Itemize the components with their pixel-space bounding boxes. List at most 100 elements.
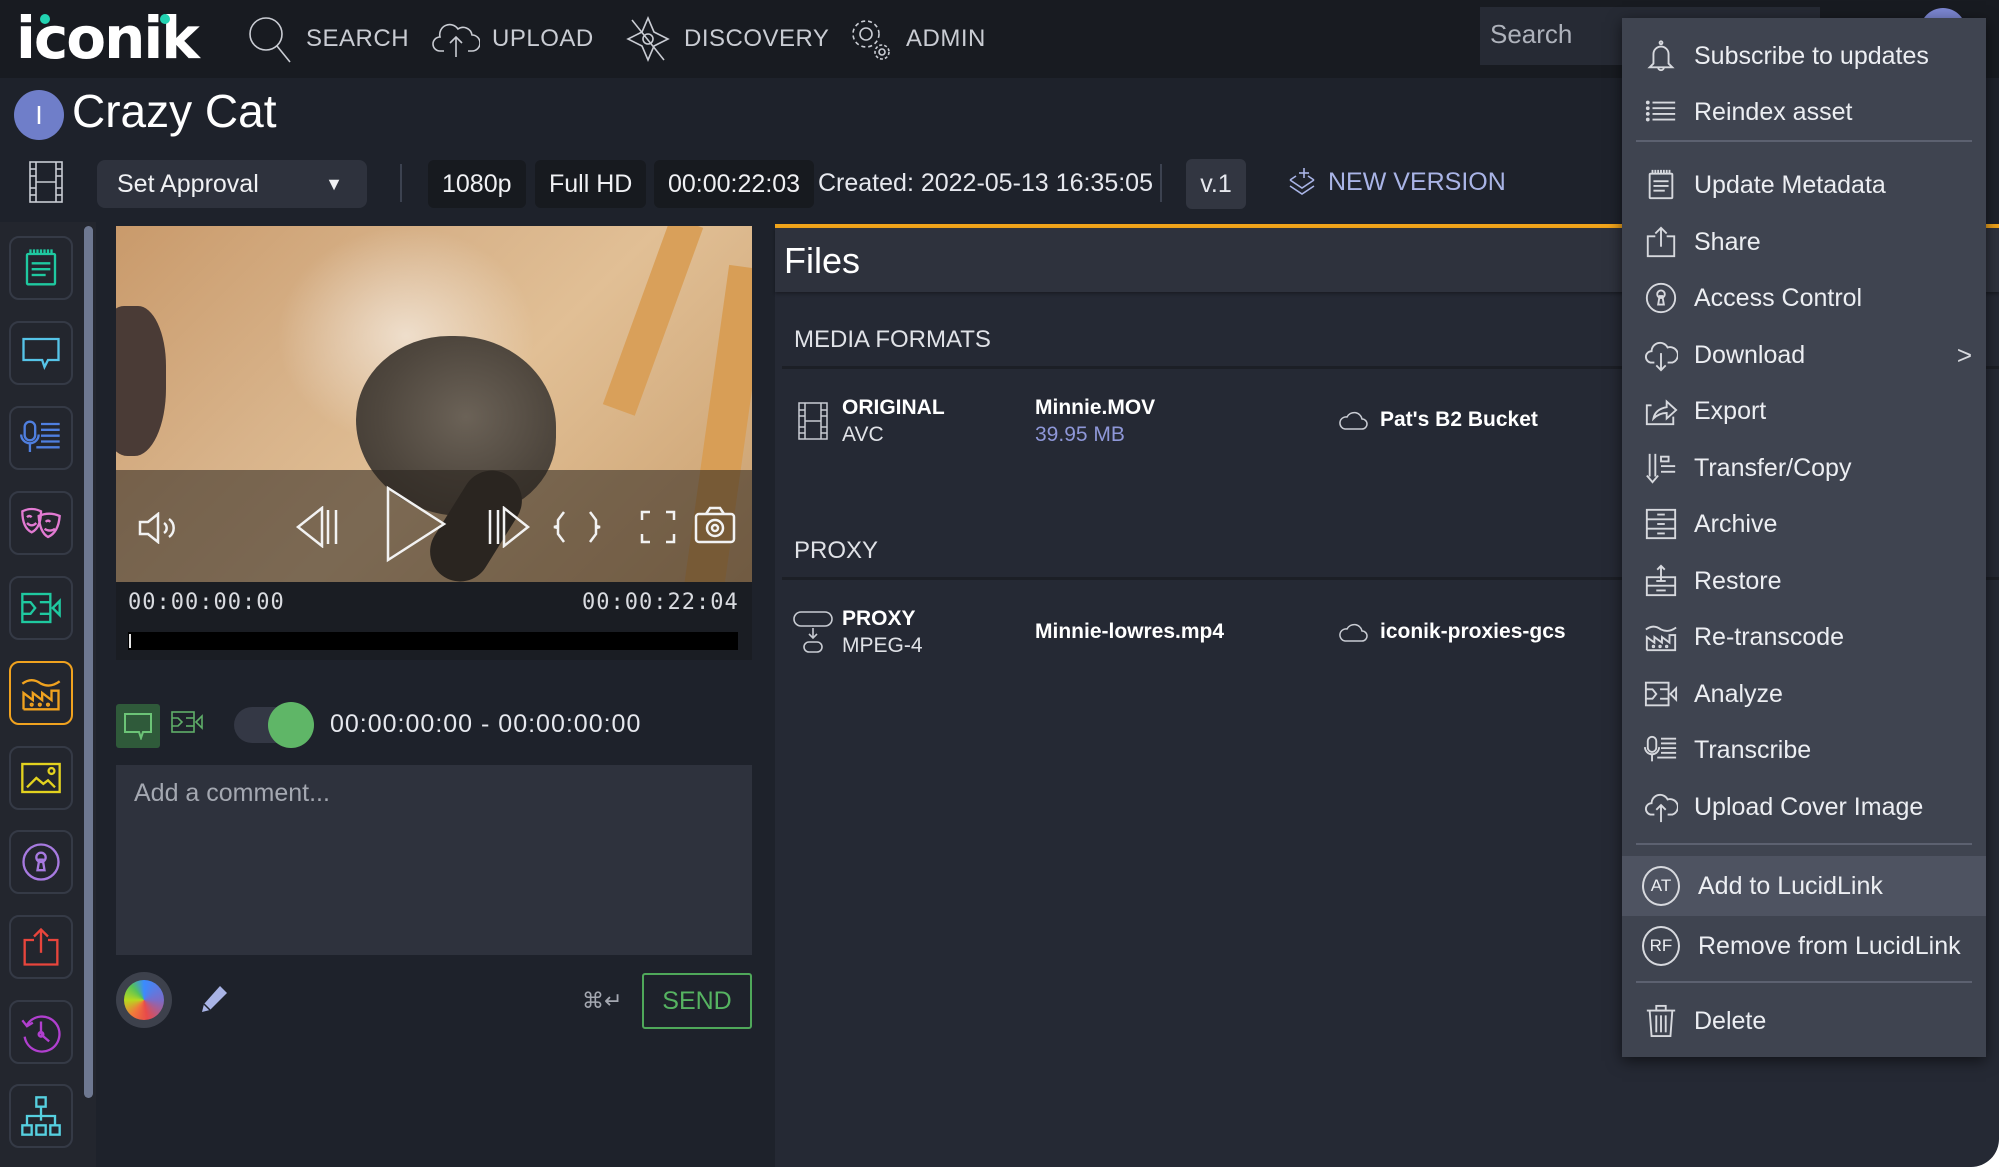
bell-icon (1642, 37, 1680, 75)
gear-icon (852, 20, 890, 60)
menu-item-upload-cover-image[interactable]: Upload Cover Image (1622, 779, 1986, 835)
scrubber-bar[interactable] (128, 632, 738, 650)
video-player[interactable] (116, 226, 752, 582)
mark-in-out-icon[interactable] (552, 510, 602, 544)
notepad-icon (1648, 169, 1674, 200)
video-frame-detail (116, 306, 166, 456)
menu-item-label: Restore (1694, 566, 1782, 595)
sidebar-item-access[interactable] (9, 830, 73, 894)
video-frame-detail (602, 226, 704, 416)
sidebar-item-comments[interactable] (9, 321, 73, 385)
timecode-duration: 00:00:22:04 (582, 590, 739, 615)
menu-item-re-transcode[interactable]: Re-transcode (1622, 609, 1986, 665)
menu-item-transcribe[interactable]: Transcribe (1622, 722, 1986, 778)
menu-item-label: Export (1694, 396, 1767, 425)
cloud-upload-icon (432, 23, 480, 57)
resolution-chip: 1080p (428, 160, 526, 208)
microphone-lines-icon (1644, 735, 1677, 762)
cloud-download-icon (1642, 336, 1680, 374)
camera-icon[interactable] (694, 506, 736, 544)
annotation-mode-button[interactable] (170, 708, 204, 736)
sidebar-item-metadata[interactable] (9, 236, 73, 300)
menu-item-transfer-copy[interactable]: Transfer/Copy (1622, 440, 1986, 496)
nav-discovery[interactable]: DISCOVERY (624, 14, 829, 64)
send-button[interactable]: SEND (642, 973, 752, 1029)
menu-item-access-control[interactable]: Access Control (1622, 270, 1986, 326)
menu-item-label: Share (1694, 227, 1761, 256)
logo-dot (160, 14, 170, 24)
menu-item-label: Update Metadata (1694, 170, 1886, 199)
menu-item-add-to-lucidlink[interactable]: AT Add to LucidLink (1622, 856, 1986, 916)
hierarchy-icon (21, 1096, 61, 1136)
menu-item-export[interactable]: Export (1622, 383, 1986, 439)
comment-mode-button[interactable] (116, 704, 160, 748)
set-approval-dropdown[interactable]: Set Approval ▼ (97, 160, 367, 208)
transfer-icon (1646, 453, 1676, 484)
asset-context-menu: Subscribe to updates Reindex asset Update … (1622, 18, 1986, 1057)
video-circuit-icon (1642, 675, 1680, 713)
volume-icon[interactable] (138, 512, 182, 544)
menu-item-reindex-asset[interactable]: Reindex asset (1622, 84, 1986, 140)
menu-item-label: Add to LucidLink (1698, 871, 1883, 900)
fullscreen-icon[interactable] (640, 510, 676, 544)
format-codec: MPEG-4 (842, 634, 923, 657)
menu-item-subscribe-to-updates[interactable]: Subscribe to updates (1622, 28, 1986, 84)
menu-item-analyze[interactable]: Analyze (1622, 666, 1986, 722)
play-icon[interactable] (382, 484, 448, 564)
sidebar-scrollbar[interactable] (84, 226, 93, 1098)
duration-chip: 00:00:22:03 (654, 160, 815, 208)
transfer-icon (1642, 449, 1680, 487)
cloud-icon (1339, 623, 1368, 642)
menu-item-share[interactable]: Share (1622, 214, 1986, 270)
badge-text: RF (1642, 926, 1680, 966)
pencil-icon[interactable] (198, 983, 230, 1015)
menu-item-remove-from-lucidlink[interactable]: RF Remove from LucidLink (1622, 916, 1986, 976)
sidebar-item-analyze[interactable] (9, 576, 73, 640)
menu-item-restore[interactable]: Restore (1622, 553, 1986, 609)
sidebar-item-history[interactable] (9, 1000, 73, 1064)
nav-admin[interactable]: ADMIN (846, 14, 986, 64)
asset-owner-avatar: I (14, 90, 64, 140)
version-selector[interactable]: v.1 (1186, 159, 1246, 209)
menu-separator (1636, 843, 1972, 845)
picture-icon (21, 762, 61, 794)
approval-label: Set Approval (117, 169, 259, 198)
history-clock-icon (21, 1015, 61, 1053)
step-back-icon[interactable] (294, 506, 342, 548)
player-controls-overlay (116, 470, 752, 582)
file-name: Minnie-lowres.mp4 (1035, 620, 1225, 643)
format-name: PROXY (842, 607, 916, 630)
sidebar-item-files[interactable] (9, 661, 73, 725)
menu-item-archive[interactable]: Archive (1622, 496, 1986, 552)
speech-bubble-icon (22, 337, 60, 371)
sidebar-item-image[interactable] (9, 746, 73, 810)
toggle-knob[interactable] (268, 702, 314, 748)
sidebar-item-share[interactable] (9, 915, 73, 979)
rf-badge-icon: RF (1642, 926, 1680, 966)
search-placeholder: Search (1490, 19, 1573, 49)
export-icon (1642, 392, 1680, 430)
step-forward-icon[interactable] (484, 506, 532, 548)
storage-name: Pat's B2 Bucket (1380, 408, 1538, 431)
notepad-icon (25, 249, 57, 286)
scrubber-playhead[interactable] (129, 634, 131, 648)
at-badge-icon: AT (1642, 866, 1680, 906)
sidebar-item-relations[interactable] (9, 1084, 73, 1148)
notepad-icon (1642, 166, 1680, 204)
menu-item-download[interactable]: Download > (1622, 327, 1986, 383)
nav-upload-label: UPLOAD (492, 25, 594, 52)
keyhole-icon (22, 843, 60, 881)
menu-item-delete[interactable]: Delete (1622, 993, 1986, 1049)
nav-upload[interactable]: UPLOAD (432, 14, 594, 64)
color-wheel-icon (124, 980, 164, 1020)
nav-search[interactable]: SEARCH (246, 14, 409, 64)
share-icon (1642, 223, 1680, 261)
color-picker-button[interactable] (116, 972, 172, 1028)
comment-input[interactable] (116, 765, 752, 955)
menu-item-label: Delete (1694, 1006, 1767, 1035)
new-version-button[interactable]: NEW VERSION (1286, 166, 1506, 198)
sidebar-item-faces[interactable] (9, 491, 73, 555)
iconik-logo[interactable]: iconik (16, 8, 200, 68)
sidebar-item-transcription[interactable] (9, 406, 73, 470)
menu-item-update-metadata[interactable]: Update Metadata (1622, 157, 1986, 213)
